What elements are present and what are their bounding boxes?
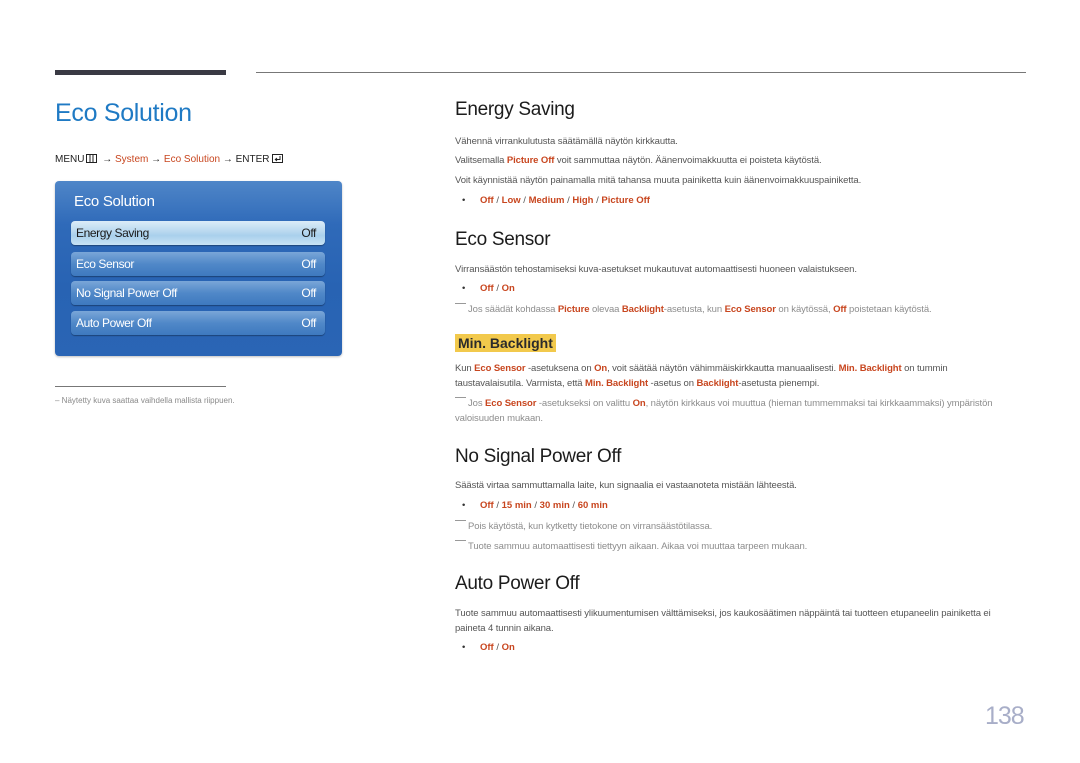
- no-signal-text: Säästä virtaa sammuttamalla laite, kun s…: [455, 480, 797, 491]
- text-run: Jos säädät kohdassa: [468, 304, 558, 315]
- min-backlight-text: Kun Eco Sensor -asetuksena on On, voit s…: [455, 362, 995, 391]
- bullet: •: [462, 195, 466, 206]
- text-run: -asetuksena on: [525, 363, 595, 374]
- page-title: Eco Solution: [55, 99, 192, 127]
- text-run: Pois käytöstä, kun kytketty tietokone on…: [468, 521, 713, 532]
- energy-saving-text-3: Voit käynnistää näytön painamalla mitä t…: [455, 175, 862, 186]
- text-run: on käytössä,: [775, 304, 834, 315]
- option: 15 min: [501, 500, 532, 511]
- breadcrumb-enter: ENTER: [235, 154, 270, 165]
- heading-auto-power-off: Auto Power Off: [455, 573, 580, 594]
- auto-power-off-text: Tuote sammuu automaattisesti ylikuumentu…: [455, 608, 991, 634]
- text-run: -asetusta, kun: [663, 304, 725, 315]
- bullet: •: [462, 283, 466, 294]
- osd-item-value: Off: [301, 316, 316, 330]
- option: Medium: [528, 195, 565, 206]
- option: 60 min: [577, 500, 608, 511]
- menu-grid-icon: [86, 154, 98, 166]
- osd-item-value: Off: [301, 257, 316, 271]
- text-run: Tuote sammuu automaattisesti tiettyyn ai…: [468, 541, 808, 552]
- option: On: [501, 283, 515, 294]
- enter-icon: [271, 154, 283, 166]
- energy-saving-text-2: Valitsemalla Picture Off voit sammuttaa …: [455, 155, 822, 166]
- keyword: Eco Sensor: [485, 398, 537, 409]
- option: High: [572, 195, 594, 206]
- keyword: Eco Sensor: [724, 304, 776, 315]
- text-run: -asetusta pienempi.: [738, 377, 820, 389]
- energy-saving-text-1: Vähennä virrankulutusta säätämällä näytö…: [455, 136, 678, 147]
- note-dash: [455, 397, 466, 398]
- text-run: voit sammuttaa näytön. Äänenvoimakkuutta…: [554, 155, 822, 166]
- heading-energy-saving: Energy Saving: [455, 99, 575, 120]
- keyword: Picture Off: [506, 155, 555, 166]
- eco-sensor-note: Jos säädät kohdassa Picture olevaa Backl…: [455, 303, 932, 315]
- keyword: Backlight: [621, 304, 664, 315]
- text-run: -asetukseksi on valittu: [536, 398, 633, 409]
- option: Off: [480, 500, 494, 511]
- keyword: On: [632, 398, 646, 409]
- keyword: Off: [833, 304, 847, 315]
- osd-item-energy-saving[interactable]: Energy Saving Off: [71, 221, 325, 245]
- option: 30 min: [539, 500, 570, 511]
- header-thick-rule: [55, 70, 226, 75]
- heading-eco-sensor: Eco Sensor: [455, 229, 551, 250]
- osd-item-eco-sensor[interactable]: Eco Sensor Off: [71, 252, 325, 276]
- header-thin-rule: [256, 72, 1026, 73]
- heading-no-signal-power-off: No Signal Power Off: [455, 446, 622, 467]
- no-signal-note-2: Tuote sammuu automaattisesti tiettyyn ai…: [455, 540, 807, 552]
- osd-item-label: Auto Power Off: [76, 316, 152, 330]
- option: On: [501, 642, 515, 653]
- osd-item-value: Off: [301, 286, 316, 300]
- osd-item-value: Off: [301, 226, 316, 240]
- breadcrumb-menu: MENU: [55, 154, 85, 165]
- no-signal-options: • Off / 15 min / 30 min / 60 min: [462, 500, 608, 511]
- auto-power-off-options: • Off / On: [462, 642, 515, 653]
- option: Off: [480, 283, 494, 294]
- breadcrumb: MENU → System → Eco Solution → ENTER: [55, 154, 285, 166]
- keyword: Min. Backlight: [585, 377, 649, 389]
- text-run: -asetus on: [648, 377, 697, 389]
- footnote-rule: [55, 386, 226, 387]
- breadcrumb-arrow: →: [222, 154, 233, 165]
- option: Picture Off: [601, 195, 650, 206]
- osd-title: Eco Solution: [74, 193, 155, 210]
- min-backlight-note: Jos Eco Sensor -asetukseksi on valittu O…: [455, 397, 995, 426]
- breadcrumb-system: System: [115, 154, 149, 165]
- text-run: Kun: [455, 363, 475, 374]
- note-dash: [455, 540, 466, 541]
- keyword: On: [594, 363, 608, 374]
- eco-sensor-options: • Off / On: [462, 283, 515, 294]
- osd-item-label: No Signal Power Off: [76, 286, 177, 300]
- option: Low: [501, 195, 521, 206]
- keyword: Picture: [557, 304, 590, 315]
- text-run: olevaa: [589, 304, 622, 315]
- note-dash: [455, 520, 466, 521]
- bullet: •: [462, 642, 466, 653]
- energy-saving-options: • Off / Low / Medium / High / Picture Off: [462, 195, 650, 206]
- bullet: •: [462, 500, 466, 511]
- option: Off: [480, 642, 494, 653]
- option: Off: [480, 195, 494, 206]
- keyword: Eco Sensor: [474, 363, 526, 374]
- eco-sensor-text: Virransäästön tehostamiseksi kuva-asetuk…: [455, 264, 857, 275]
- eco-solution-osd-menu: Eco Solution Energy Saving Off Eco Senso…: [55, 181, 342, 356]
- text-run: poistetaan käytöstä.: [846, 304, 932, 315]
- heading-min-backlight: Min. Backlight: [455, 334, 556, 352]
- text-run: Jos: [468, 398, 486, 409]
- note-dash: [455, 303, 466, 304]
- osd-item-label: Energy Saving: [76, 226, 149, 240]
- breadcrumb-arrow: →: [102, 154, 113, 165]
- footnote: – Näytetty kuva saattaa vaihdella mallis…: [55, 396, 235, 405]
- text-run: , voit säätää näytön vähimmäiskirkkautta…: [607, 363, 839, 374]
- breadcrumb-arrow: →: [151, 154, 162, 165]
- keyword: Min. Backlight: [838, 363, 902, 374]
- keyword: Backlight: [696, 377, 739, 389]
- osd-item-auto-power-off[interactable]: Auto Power Off Off: [71, 311, 325, 335]
- osd-item-label: Eco Sensor: [76, 257, 135, 271]
- breadcrumb-eco-solution: Eco Solution: [163, 154, 221, 165]
- no-signal-note-1: Pois käytöstä, kun kytketty tietokone on…: [455, 520, 712, 532]
- text-run: Valitsemalla: [455, 155, 507, 166]
- osd-item-no-signal-power-off[interactable]: No Signal Power Off Off: [71, 281, 325, 305]
- page-number: 138: [985, 702, 1025, 730]
